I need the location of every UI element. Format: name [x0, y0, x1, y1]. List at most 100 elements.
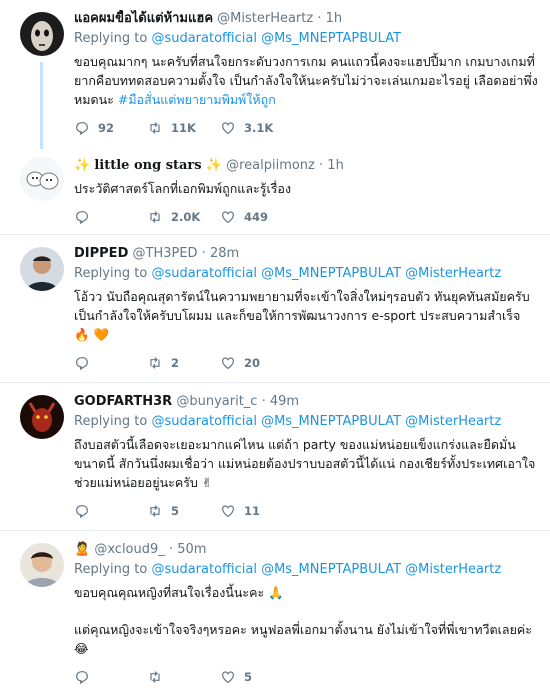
tweet-4[interactable]: GODFARTH3R @bunyarit_c · 49m Replying to… [0, 383, 550, 531]
tweet-actions: 2 20 [74, 354, 538, 372]
replying-to-label: Replying to [74, 562, 148, 577]
like-button[interactable]: 20 [220, 355, 293, 371]
reply-icon [76, 357, 88, 371]
sparkle-icon: ✨ [205, 158, 222, 173]
reply-button[interactable] [74, 669, 147, 685]
separator-dot: · [261, 394, 266, 409]
reply-mentions[interactable]: @sudaratofficial @Ms_MNEPTAPBULAT [151, 31, 401, 46]
timestamp[interactable]: 50m [177, 542, 206, 557]
tweet-1[interactable]: แอคผมขื้อได้แต่ห้ามแฮค @MisterHeartz · 1… [0, 0, 550, 149]
tweet-actions: 5 11 [74, 502, 538, 520]
retweet-count: 2.0K [171, 210, 201, 224]
tweet-text: ขอบคุณคุณหญิงที่สนใจเรื่องนี้นะคะ 🙏 [74, 585, 284, 600]
thread-line [40, 62, 43, 149]
like-count: 5 [244, 670, 253, 684]
tweet-text: โอ้วว นับถือคุณสุดารัตน์ในความพยายามที่จ… [74, 289, 530, 342]
reply-button[interactable] [74, 209, 147, 225]
user-handle[interactable]: @bunyarit_c [176, 394, 257, 409]
retweet-icon [150, 505, 160, 517]
hashtag-link[interactable]: #มือสั่นแต่พยายามพิมพ์ให้ถูก [118, 92, 276, 107]
replying-to-label: Replying to [74, 414, 148, 429]
retweet-button[interactable]: 11K [147, 120, 220, 136]
retweet-icon [150, 122, 160, 134]
like-count: 3.1K [244, 121, 274, 135]
like-button[interactable]: 5 [220, 669, 293, 685]
display-name[interactable]: 🙎 [74, 542, 90, 557]
timestamp[interactable]: 1h [326, 11, 343, 26]
reply-icon [76, 671, 88, 685]
heart-icon [222, 211, 234, 224]
retweet-icon [150, 211, 160, 223]
separator-dot: · [319, 158, 324, 173]
tweet-actions: 92 11K 3.1K [74, 119, 538, 137]
avatar[interactable] [20, 543, 64, 587]
heart-icon [222, 357, 234, 370]
replying-to-label: Replying to [74, 31, 148, 46]
replying-to: Replying to @sudaratofficial @Ms_MNEPTAP… [74, 30, 538, 48]
reply-mentions[interactable]: @sudaratofficial @Ms_MNEPTAPBULAT @Miste… [151, 562, 501, 577]
reply-mentions[interactable]: @sudaratofficial @Ms_MNEPTAPBULAT @Miste… [151, 266, 501, 281]
reply-icon [76, 122, 88, 136]
retweet-button[interactable]: 2.0K [147, 209, 220, 225]
retweet-icon [150, 671, 160, 683]
like-button[interactable]: 11 [220, 503, 293, 519]
retweet-button[interactable]: 2 [147, 355, 220, 371]
heart-icon [222, 671, 234, 684]
tweet-5[interactable]: 🙎 @xcloud9_ · 50m Replying to @sudaratof… [0, 531, 550, 696]
tweet-header: GODFARTH3R @bunyarit_c · 49m [74, 393, 538, 411]
retweet-count: 11K [171, 121, 196, 135]
timestamp[interactable]: 1h [327, 158, 344, 173]
tweet-header: DIPPED @TH3PED · 28m [74, 245, 538, 263]
avatar[interactable] [20, 395, 64, 439]
tweet-text-paragraph-2: แต่คุณหญิงจะเข้าใจจริงๆหรอคะ หนูฟอลพี่เอ… [74, 622, 532, 656]
avatar[interactable] [20, 157, 64, 201]
timestamp[interactable]: 49m [270, 394, 299, 409]
display-name[interactable]: little ong stars [94, 158, 201, 173]
reply-button[interactable] [74, 503, 147, 519]
tweet-header: ✨ little ong stars ✨ @realpiimonz · 1h [74, 157, 538, 175]
retweet-icon [150, 357, 160, 369]
tweet-text: ขอบคุณมากๆ นะครับที่สนใจยกระดับวงการเกม … [74, 52, 538, 109]
tweet-3[interactable]: DIPPED @TH3PED · 28m Replying to @sudara… [0, 235, 550, 383]
retweet-count: 2 [171, 356, 180, 370]
like-count: 20 [244, 356, 261, 370]
tweet-text: ประวัติศาสตร์โลกที่เอกพิมพ์ถูกและรู้เรื่… [74, 181, 292, 196]
retweet-button[interactable]: 5 [147, 503, 220, 519]
replying-to: Replying to @sudaratofficial @Ms_MNEPTAP… [74, 561, 538, 579]
tweet-header: 🙎 @xcloud9_ · 50m [74, 541, 538, 559]
replying-to: Replying to @sudaratofficial @Ms_MNEPTAP… [74, 413, 538, 431]
tweet-actions: 5 [74, 668, 538, 686]
tweet-2[interactable]: ✨ little ong stars ✨ @realpiimonz · 1h ป… [0, 147, 550, 235]
user-handle[interactable]: @realpiimonz [226, 158, 315, 173]
avatar[interactable] [20, 12, 64, 56]
reply-count: 92 [98, 121, 115, 135]
tweet-actions: 2.0K 449 [74, 208, 538, 226]
like-button[interactable]: 3.1K [220, 120, 293, 136]
like-count: 11 [244, 504, 261, 518]
reply-button[interactable]: 92 [74, 120, 147, 136]
like-button[interactable]: 449 [220, 209, 293, 225]
display-name[interactable]: GODFARTH3R [74, 394, 172, 409]
user-handle[interactable]: @TH3PED [133, 246, 198, 261]
user-handle[interactable]: @xcloud9_ [94, 542, 164, 557]
retweet-count: 5 [171, 504, 180, 518]
separator-dot: · [317, 11, 322, 26]
user-handle[interactable]: @MisterHeartz [217, 11, 313, 26]
reply-button[interactable] [74, 355, 147, 371]
display-name[interactable]: DIPPED [74, 246, 128, 261]
reply-icon [76, 211, 88, 225]
heart-icon [222, 505, 234, 518]
replying-to: Replying to @sudaratofficial @Ms_MNEPTAP… [74, 265, 538, 283]
display-name[interactable]: แอคผมขื้อได้แต่ห้ามแฮค [74, 11, 213, 26]
reply-icon [76, 505, 88, 519]
sparkle-icon: ✨ [74, 158, 91, 173]
reply-mentions[interactable]: @sudaratofficial @Ms_MNEPTAPBULAT @Miste… [151, 414, 501, 429]
timestamp[interactable]: 28m [210, 246, 239, 261]
retweet-button[interactable] [147, 669, 220, 685]
tweet-header: แอคผมขื้อได้แต่ห้ามแฮค @MisterHeartz · 1… [74, 10, 538, 28]
separator-dot: · [168, 542, 174, 557]
heart-icon [222, 122, 234, 135]
tweet-text: ถึงบอสตัวนี้เลือดจะเยอะมากแค่ไหน แต่ถ้า … [74, 437, 536, 490]
avatar[interactable] [20, 247, 64, 291]
